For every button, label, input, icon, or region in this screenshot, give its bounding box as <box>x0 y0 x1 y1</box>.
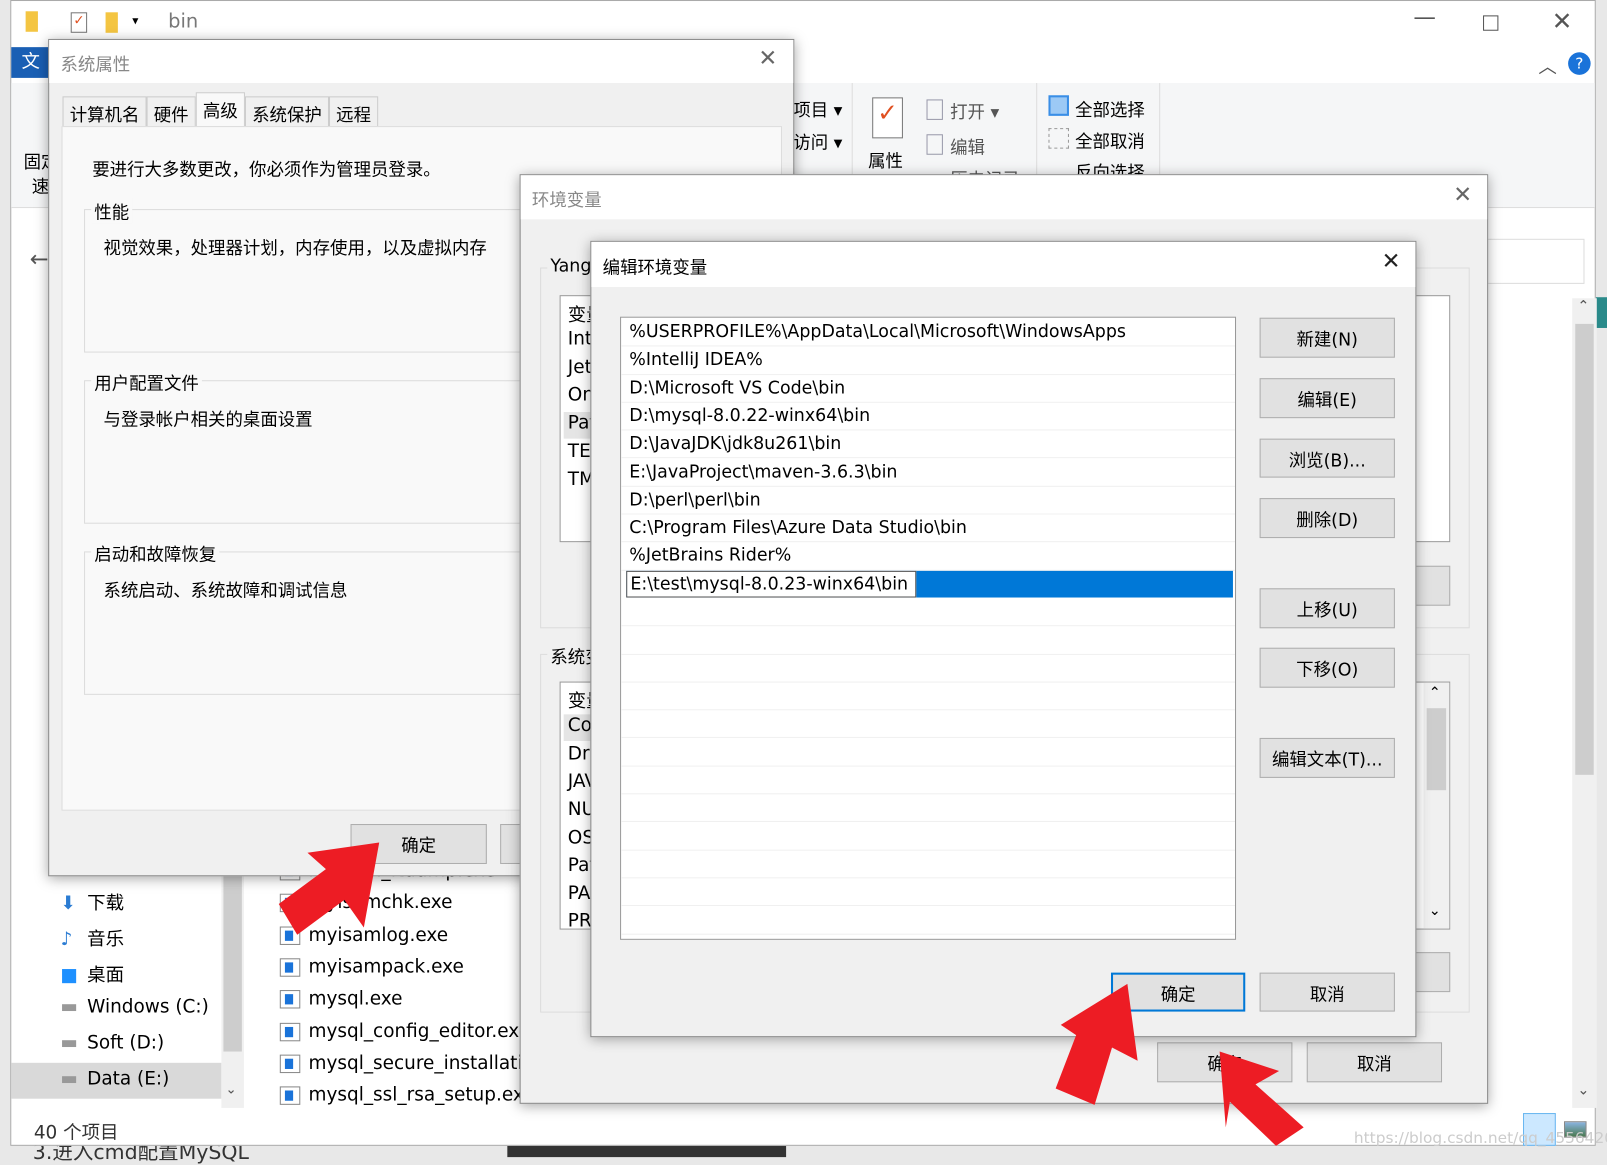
red-arrow-2 <box>1055 983 1138 1105</box>
red-arrow-1 <box>278 842 380 935</box>
red-arrow-3 <box>1219 1051 1304 1146</box>
annotation-arrows <box>278 842 1304 1146</box>
